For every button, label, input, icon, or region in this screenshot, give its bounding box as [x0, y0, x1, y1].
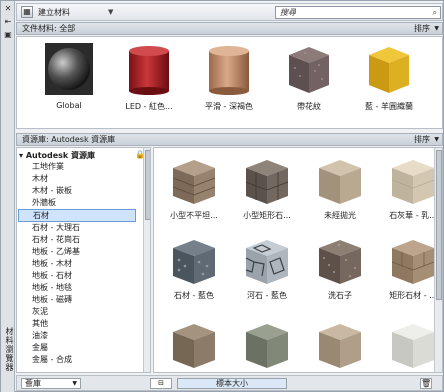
tree-scroll-thumb[interactable]	[145, 150, 150, 220]
chevron-down-icon[interactable]: ▼	[108, 8, 113, 16]
tree-item[interactable]: 石材 - 花崗石	[32, 234, 80, 245]
material-thumbnail[interactable]	[388, 156, 438, 206]
document-materials-panel: Global LED - 紅色... 平滑 - 深褐色 帶花紋 藍 - 羊圓織蘭	[16, 36, 443, 129]
browser-toolbar: ▦ 建立材料 ▼ 搜尋 ⌕	[16, 3, 443, 21]
tree-item[interactable]: 金屬 - 合成	[32, 354, 72, 365]
tree-item-selected[interactable]: 石材	[18, 209, 136, 222]
tree-item[interactable]: 地板 - 石材	[32, 270, 72, 281]
material-label: 藍 - 羊圓織蘭	[365, 102, 413, 111]
document-materials-title: 文件材料: 全部	[22, 24, 76, 33]
palette-title: 材料瀏覽器	[5, 327, 14, 372]
material-label: 未經拋光	[324, 211, 356, 220]
properties-icon[interactable]: ▣	[3, 30, 13, 39]
material-label: 帶花紋	[297, 102, 321, 111]
palette-title-strip: ✕ ⇤ ▣ 材料瀏覽器	[1, 1, 15, 392]
swatch-size-slider[interactable]: 標本大小	[177, 378, 287, 389]
tree-root[interactable]: ▾ Autodesk 資源庫	[19, 150, 95, 161]
search-icon[interactable]: ⌕	[433, 7, 437, 18]
library-material-grid: 小型不平坦... 小型矩形石... 未經拋光 石灰華 - 乳... 石材 - 藍…	[153, 147, 443, 373]
tree-item[interactable]: 地板 - 乙烯基	[32, 246, 80, 257]
material-thumbnail[interactable]	[242, 236, 292, 286]
material-thumbnail	[209, 46, 249, 95]
tree-item[interactable]: 金屬	[32, 342, 48, 353]
material-thumbnail	[289, 47, 329, 93]
material-thumbnail[interactable]	[388, 320, 438, 370]
view-options-icon: ⊟	[158, 379, 164, 387]
material-label: Global	[56, 101, 82, 110]
swatch-size-label: 標本大小	[216, 379, 248, 388]
chevron-down-icon[interactable]: ▼	[72, 379, 77, 388]
grid-scroll-thumb[interactable]	[436, 150, 442, 300]
tree-item[interactable]: 木材 - 嵌板	[32, 185, 72, 196]
material-thumbnail[interactable]	[242, 320, 292, 370]
new-material-button[interactable]: 建立材料	[38, 7, 70, 18]
material-label: 小型矩形石...	[243, 211, 291, 220]
library-dropdown-value: 薈庫	[25, 379, 41, 388]
library-tree: ▾ Autodesk 資源庫 🔒 工地作業 木材 木材 - 嵌板 外牆板 石材 …	[16, 147, 151, 373]
tree-item[interactable]: 其他	[32, 318, 48, 329]
chevron-down-icon[interactable]: ▼	[434, 134, 439, 145]
material-browser-window: ✕ ⇤ ▣ 材料瀏覽器 ▦ 建立材料 ▼ 搜尋 ⌕ 文件材料: 全部 排序 ▼	[0, 0, 444, 392]
tree-root-label: Autodesk 資源庫	[25, 151, 96, 160]
chevron-down-icon[interactable]: ▼	[434, 23, 439, 34]
tree-item[interactable]: 地板 - 地毯	[32, 282, 72, 293]
material-thumbnail[interactable]	[315, 236, 365, 286]
tree-item[interactable]: 木材	[32, 173, 48, 184]
tree-item[interactable]: 油漆	[32, 330, 48, 341]
material-swatch[interactable]: 藍 - 羊圓織蘭	[349, 41, 429, 121]
bottom-toolbar: 薈庫 ▼ ⊟ 標本大小 🗑	[16, 375, 443, 391]
grid-scrollbar[interactable]	[434, 148, 442, 372]
tree-item[interactable]: 地板 - 磁磚	[32, 294, 72, 305]
view-options-button[interactable]: ⊟	[150, 378, 172, 389]
material-thumbnail[interactable]	[315, 320, 365, 370]
library-header[interactable]: 資源庫: Autodesk 資源庫 排序 ▼	[16, 133, 443, 146]
material-thumbnail[interactable]	[242, 156, 292, 206]
tree-scrollbar[interactable]	[143, 148, 150, 372]
search-placeholder: 搜尋	[280, 8, 296, 17]
material-thumbnail	[129, 46, 169, 95]
material-thumbnail[interactable]	[169, 320, 219, 370]
material-label: LED - 紅色...	[125, 102, 173, 111]
material-label: 小型不平坦...	[170, 211, 218, 220]
tree-item[interactable]: 灰泥	[32, 306, 48, 317]
autohide-icon[interactable]: ⇤	[3, 17, 13, 26]
material-label: 矩形石材 - ...	[389, 291, 437, 300]
material-swatch[interactable]: 帶花紋	[269, 41, 349, 121]
library-dropdown[interactable]: 薈庫 ▼	[21, 378, 81, 389]
material-swatch[interactable]: LED - 紅色...	[109, 41, 189, 121]
material-thumbnail[interactable]	[169, 156, 219, 206]
browser-main: ▦ 建立材料 ▼ 搜尋 ⌕ 文件材料: 全部 排序 ▼ Global LED -…	[16, 3, 443, 391]
material-thumbnail[interactable]	[315, 156, 365, 206]
tree-item[interactable]: 石材 - 大理石	[32, 222, 80, 233]
material-swatch[interactable]: Global	[29, 41, 109, 121]
material-label: 河石 - 藍色	[247, 291, 287, 300]
material-thumbnail[interactable]	[169, 236, 219, 286]
sort-button[interactable]: 排序	[414, 134, 430, 145]
material-label: 平滑 - 深褐色	[205, 102, 253, 111]
material-label: 洗石子	[328, 291, 352, 300]
tree-item[interactable]: 外牆板	[32, 197, 56, 208]
material-thumbnail[interactable]	[388, 236, 438, 286]
tree-item[interactable]: 地板 - 木材	[32, 258, 72, 269]
library-title: 資源庫: Autodesk 資源庫	[22, 135, 116, 144]
material-thumbnail	[369, 47, 409, 93]
material-label: 石灰華 - 乳...	[389, 211, 437, 220]
sort-button[interactable]: 排序	[414, 23, 430, 34]
tree-item[interactable]: 工地作業	[32, 161, 64, 172]
material-thumbnail	[45, 43, 93, 95]
material-label: 石材 - 藍色	[174, 291, 214, 300]
search-input[interactable]: 搜尋 ⌕	[275, 6, 441, 19]
close-icon[interactable]: ✕	[3, 4, 13, 13]
document-materials-header[interactable]: 文件材料: 全部 排序 ▼	[16, 22, 443, 35]
material-swatch[interactable]: 平滑 - 深褐色	[189, 41, 269, 121]
new-material-icon[interactable]: ▦	[21, 6, 33, 18]
delete-icon[interactable]: 🗑	[420, 378, 432, 389]
